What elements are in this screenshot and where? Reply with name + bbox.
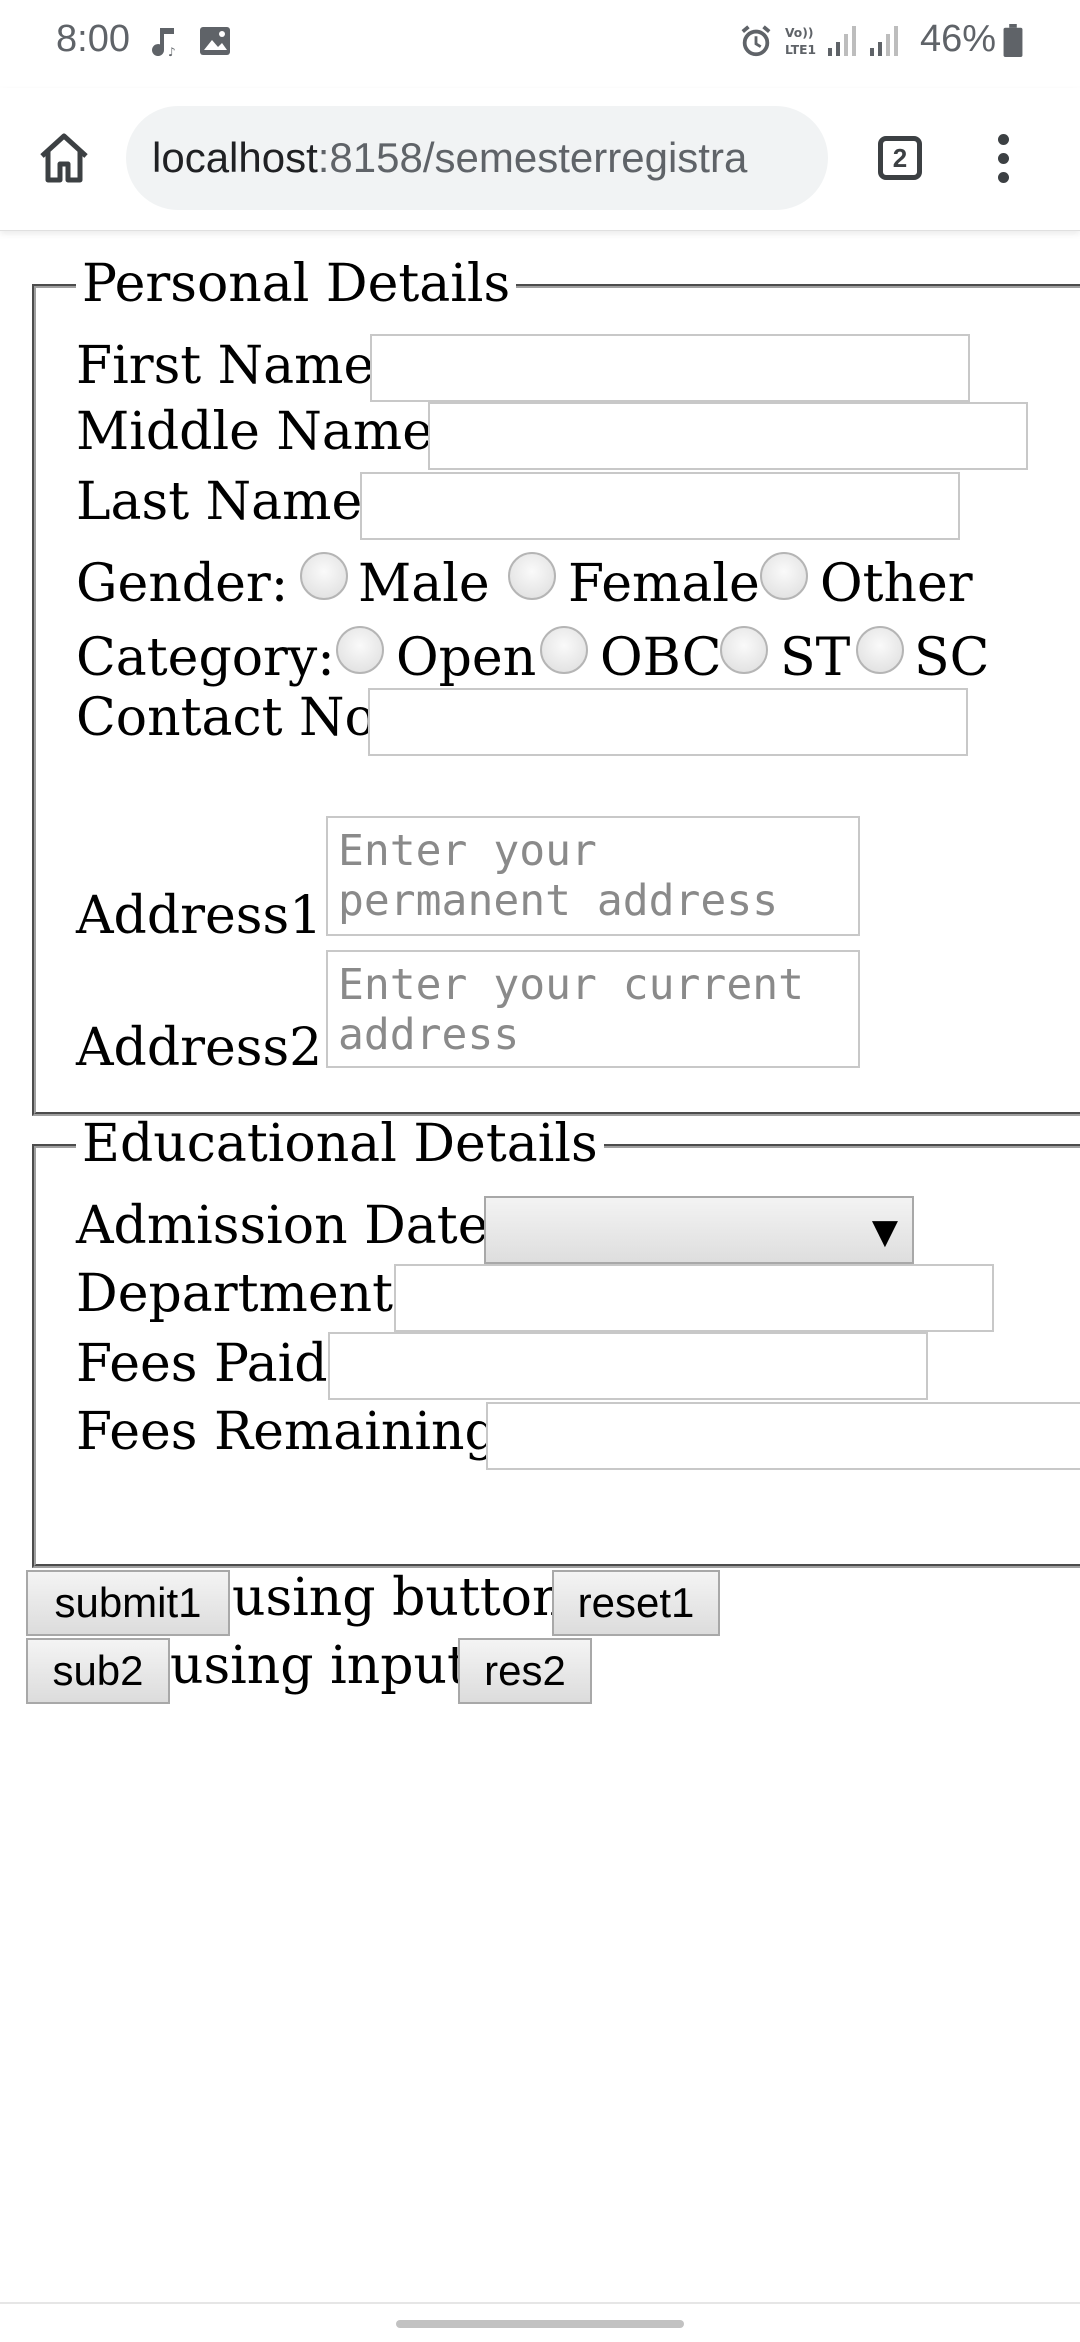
category-sc-radio[interactable] (856, 626, 904, 674)
battery-icon (1003, 24, 1023, 58)
category-obc-radio[interactable] (540, 626, 588, 674)
url-host: localhost (152, 134, 318, 181)
sub2-button[interactable]: sub2 (26, 1638, 170, 1704)
reset1-button[interactable]: reset1 (552, 1570, 720, 1636)
department-label: Department: (76, 1264, 411, 1324)
image-icon (200, 27, 230, 55)
url-path: :8158/semesterregistra (317, 134, 748, 181)
gender-label: Gender: (76, 554, 289, 614)
middle-name-label: Middle Name: (76, 402, 451, 462)
fees-remaining-input[interactable] (486, 1402, 1080, 1470)
volte-icon: Vo)) LTE1 (785, 26, 816, 57)
fees-remaining-label: Fees Remaining: (76, 1402, 516, 1462)
contact-input[interactable] (368, 688, 968, 756)
gender-male-radio[interactable] (300, 552, 348, 600)
gesture-nav-bar (0, 2302, 1080, 2342)
using-input-text: using input (170, 1636, 468, 1696)
home-gesture-handle[interactable] (396, 2320, 684, 2328)
category-st-radio[interactable] (720, 626, 768, 674)
fees-paid-label: Fees Paid: (76, 1334, 346, 1394)
first-name-label: First Name: (76, 336, 392, 396)
signal-icon (828, 26, 856, 56)
alarm-icon (741, 25, 771, 57)
url-bar[interactable]: localhost:8158/semesterregistra (126, 106, 828, 210)
status-bar: 8:00 ♪ Vo)) LTE1 46% (0, 0, 1080, 88)
fees-paid-input[interactable] (328, 1332, 928, 1400)
gender-female-label: Female (568, 554, 760, 614)
last-name-input[interactable] (360, 472, 960, 540)
signal-icon (870, 26, 898, 56)
last-name-label: Last Name: (76, 472, 380, 532)
address1-label: Address1: (76, 886, 340, 946)
chevron-down-icon: ▼ (871, 1212, 898, 1252)
admission-date-label: Admission Date: (76, 1196, 506, 1256)
category-obc-label: OBC (600, 628, 722, 688)
gender-female-radio[interactable] (508, 552, 556, 600)
address2-textarea[interactable]: Enter your current address (326, 950, 860, 1068)
svg-text:LTE1: LTE1 (785, 43, 816, 57)
res2-button[interactable]: res2 (458, 1638, 592, 1704)
home-icon[interactable] (34, 128, 94, 188)
svg-text:♪: ♪ (168, 45, 176, 58)
address2-label: Address2: (76, 1018, 340, 1078)
tab-switcher-button[interactable]: 2 (878, 136, 922, 180)
category-sc-label: SC (914, 628, 990, 688)
using-button-text: using button (232, 1568, 566, 1628)
battery-percent: 46% (920, 18, 997, 60)
personal-details-legend: Personal Details (76, 256, 517, 312)
address1-textarea[interactable]: Enter your permanent address (326, 816, 860, 936)
submit1-button[interactable]: submit1 (26, 1570, 230, 1636)
category-label: Category: (76, 628, 335, 688)
gender-other-label: Other (820, 554, 973, 614)
gender-other-radio[interactable] (760, 552, 808, 600)
admission-date-select[interactable]: ▼ (484, 1196, 914, 1264)
more-menu-icon[interactable] (995, 134, 1011, 184)
middle-name-input[interactable] (428, 402, 1028, 470)
svg-text:Vo)): Vo)) (785, 26, 813, 40)
category-st-label: ST (780, 628, 851, 688)
category-open-radio[interactable] (336, 626, 384, 674)
contact-label: Contact No: (76, 688, 394, 748)
first-name-input[interactable] (370, 334, 970, 402)
browser-toolbar: localhost:8158/semesterregistra 2 (0, 88, 1080, 231)
gender-male-label: Male (358, 554, 490, 614)
status-time: 8:00 (56, 18, 130, 60)
category-open-label: Open (396, 628, 537, 688)
department-input[interactable] (394, 1264, 994, 1332)
educational-details-legend: Educational Details (76, 1116, 604, 1172)
music-note-icon: ♪ (152, 28, 176, 58)
